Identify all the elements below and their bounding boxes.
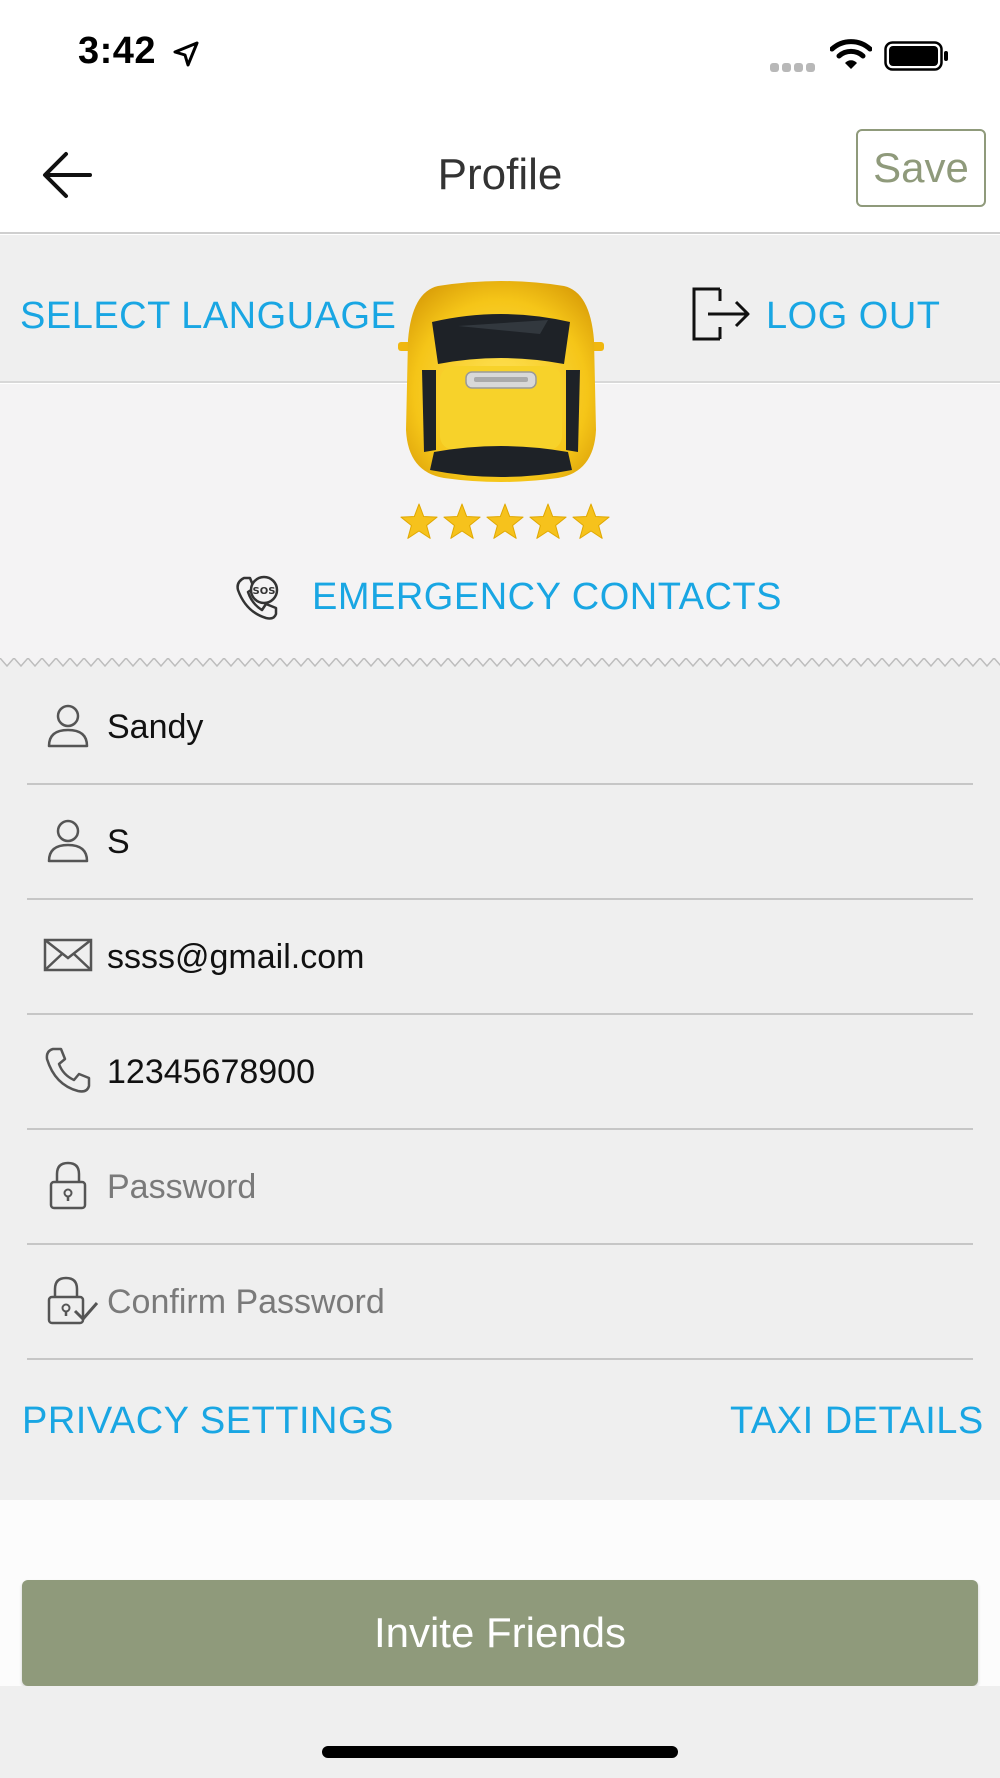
phone-field[interactable]: 12345678900 — [27, 1015, 973, 1130]
taxi-details-link[interactable]: TAXI DETAILS — [730, 1400, 984, 1443]
emergency-contacts-button[interactable]: SOS EMERGENCY CONTACTS — [234, 570, 781, 627]
emergency-contacts-label: EMERGENCY CONTACTS — [312, 576, 782, 618]
home-indicator-area — [0, 1686, 1000, 1778]
back-button[interactable] — [40, 150, 94, 200]
nav-bar: Profile Save — [0, 110, 1000, 234]
select-language-link[interactable]: SELECT LANGUAGE — [20, 295, 396, 338]
location-arrow-icon — [172, 40, 200, 73]
confirm-password-placeholder: Confirm Password — [107, 1283, 385, 1321]
arrow-left-icon — [43, 152, 92, 198]
logout-icon — [690, 285, 752, 348]
status-bar: 3:42 — [0, 0, 1000, 110]
page-title: Profile — [437, 150, 563, 199]
star-icon — [529, 503, 567, 539]
log-out-button[interactable]: LOG OUT — [690, 285, 950, 345]
phone-value: 12345678900 — [107, 1053, 316, 1091]
first-name-field[interactable]: Sandy — [27, 670, 973, 785]
star-icon — [400, 503, 438, 539]
person-icon — [43, 700, 93, 750]
email-value: ssss@gmail.com — [107, 938, 365, 976]
save-button[interactable]: Save — [856, 129, 986, 207]
cellular-signal-icon — [770, 60, 818, 78]
battery-icon — [884, 41, 950, 76]
wifi-icon — [829, 38, 873, 75]
phone-icon — [43, 1045, 93, 1095]
log-out-label: LOG OUT — [766, 295, 941, 337]
lock-icon — [43, 1160, 93, 1210]
email-field[interactable]: ssss@gmail.com — [27, 900, 973, 1015]
sos-phone-icon: SOS — [234, 574, 284, 627]
lock-check-icon — [43, 1275, 99, 1325]
confirm-password-field[interactable]: Confirm Password — [27, 1245, 973, 1360]
svg-text:SOS: SOS — [253, 586, 276, 597]
status-time: 3:42 — [78, 30, 157, 72]
password-placeholder: Password — [107, 1168, 257, 1206]
privacy-settings-link[interactable]: PRIVACY SETTINGS — [22, 1400, 394, 1443]
home-indicator — [322, 1746, 678, 1758]
last-name-field[interactable]: S — [27, 785, 973, 900]
star-icon — [572, 503, 610, 539]
first-name-value: Sandy — [107, 708, 204, 746]
star-icon — [443, 503, 481, 539]
mail-icon — [43, 930, 93, 980]
invite-friends-button[interactable]: Invite Friends — [22, 1580, 978, 1686]
star-icon — [486, 503, 524, 539]
star-rating — [398, 502, 610, 542]
password-field[interactable]: Password — [27, 1130, 973, 1245]
taxi-avatar[interactable] — [398, 280, 604, 482]
person-icon — [43, 815, 93, 865]
last-name-value: S — [107, 823, 130, 861]
